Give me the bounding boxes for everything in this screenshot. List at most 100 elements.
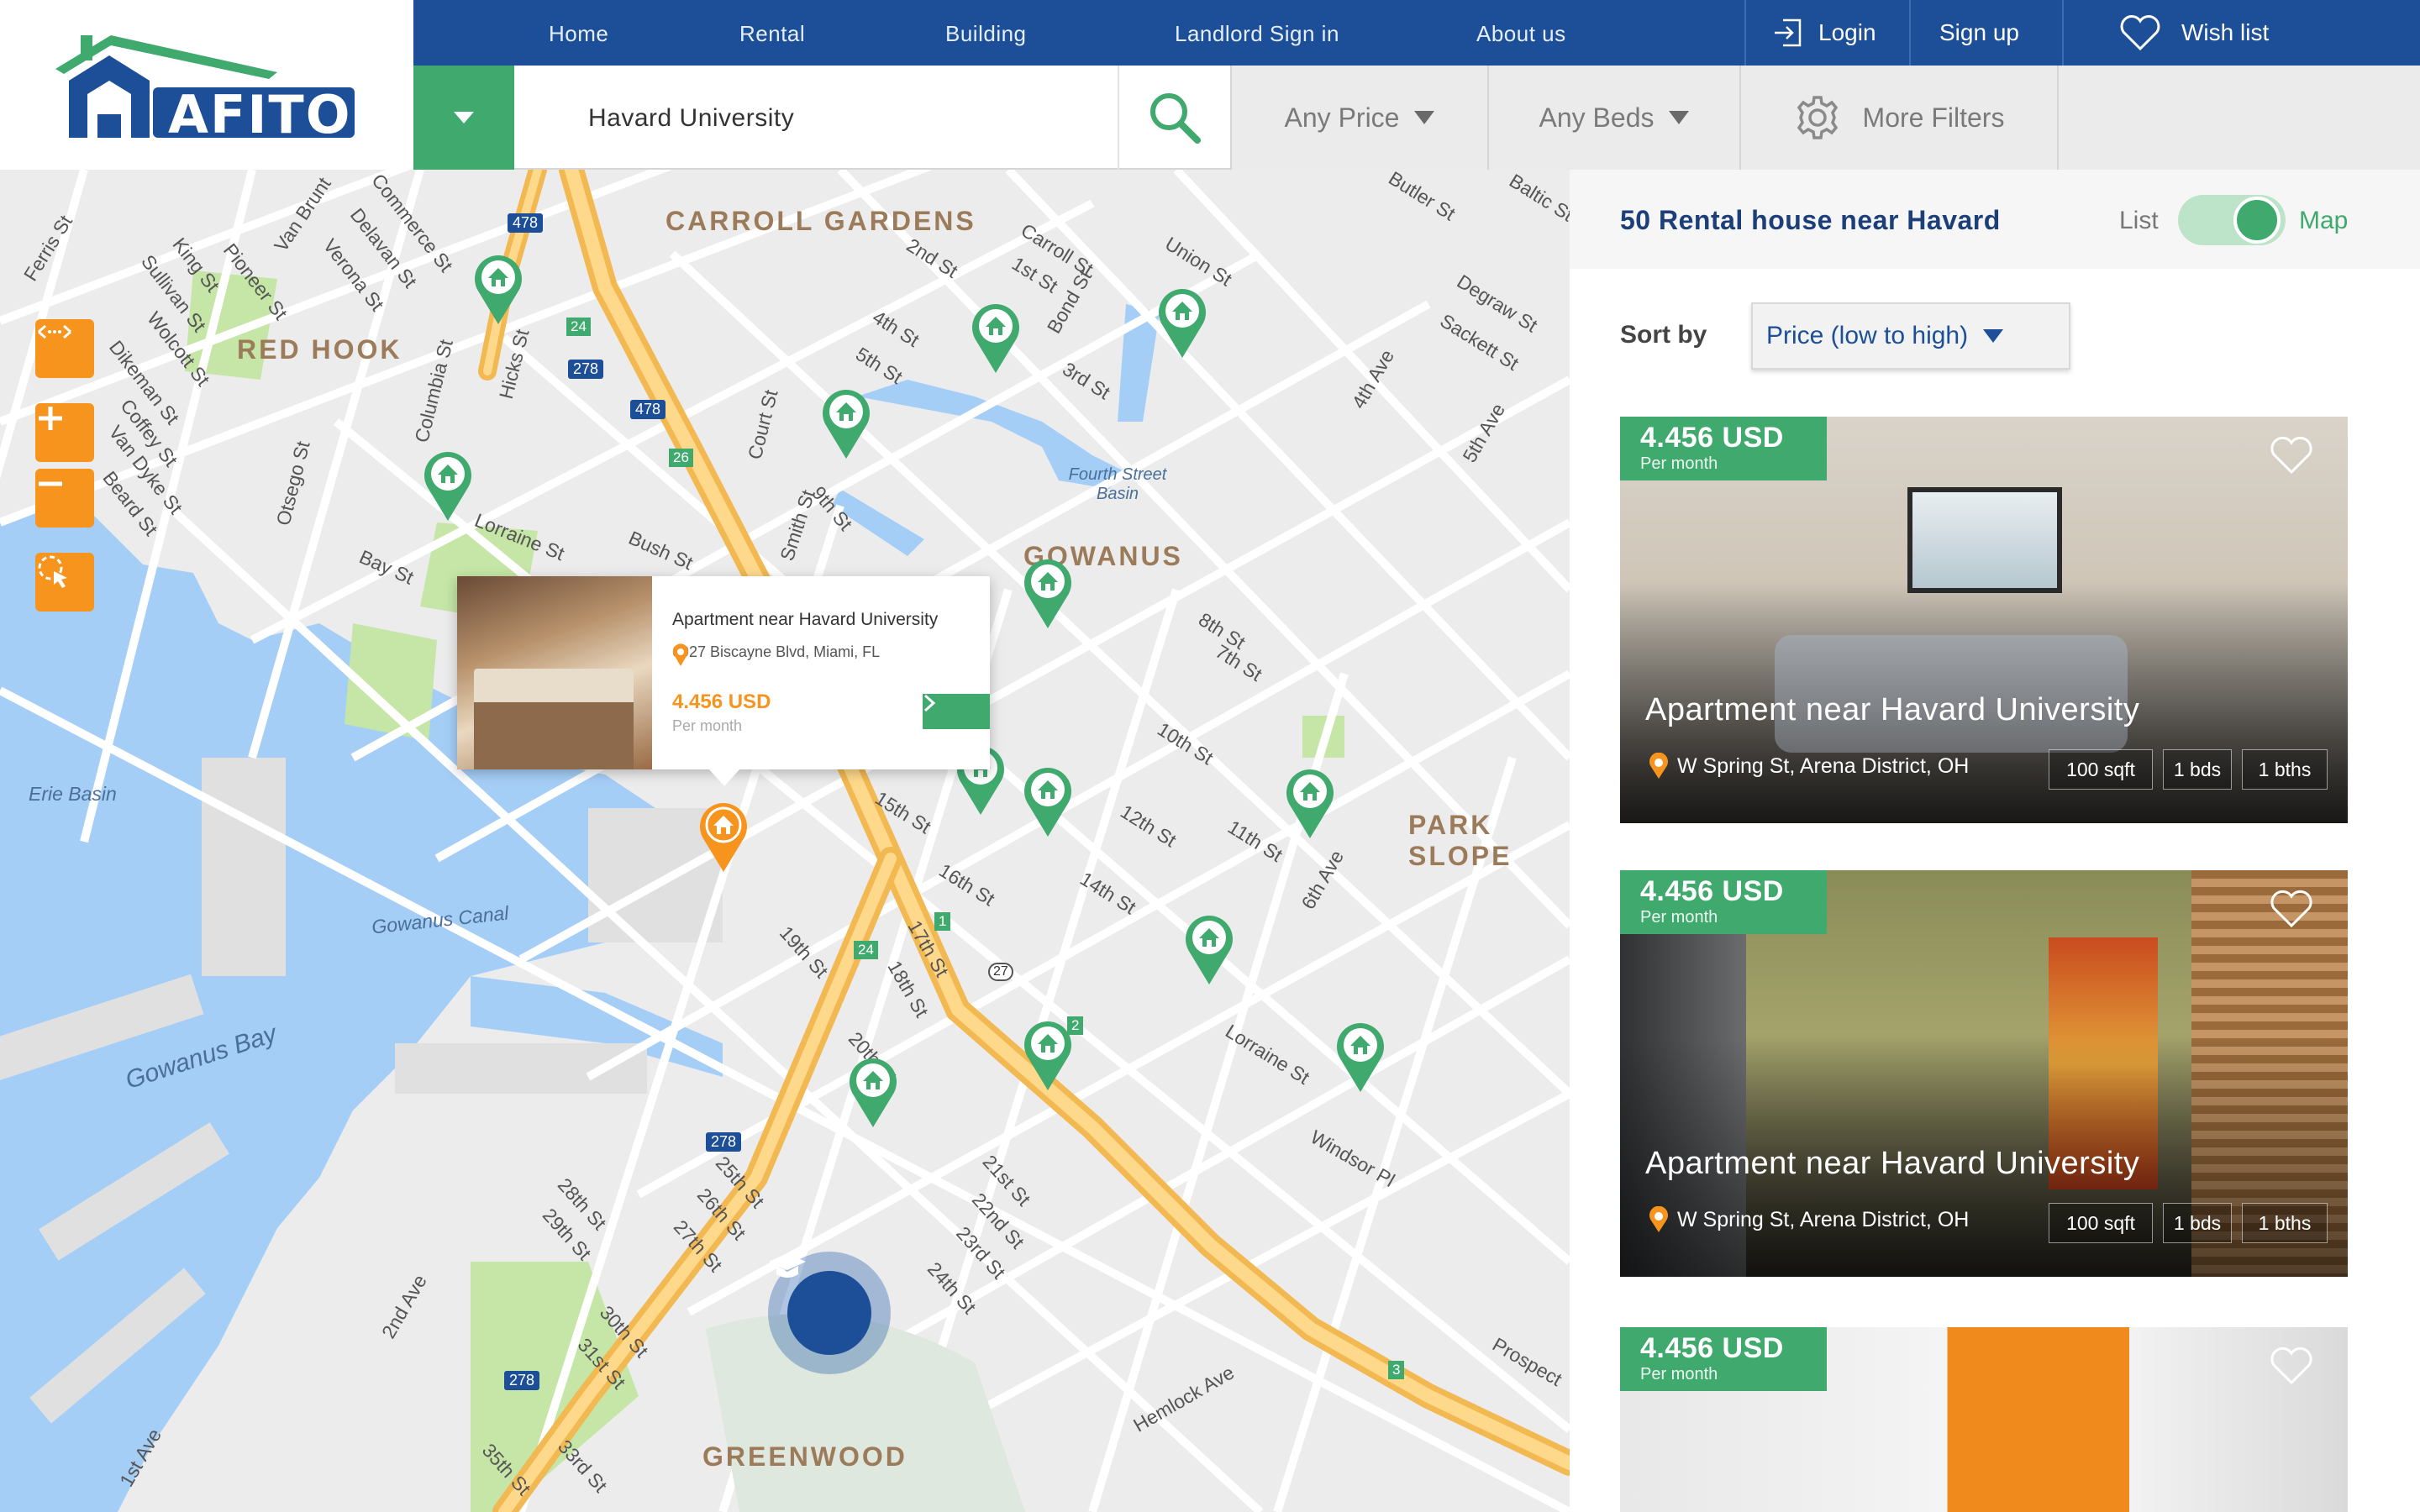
zoom-out-button[interactable] xyxy=(35,469,94,528)
sqft-badge: 100 sqft xyxy=(2049,749,2153,790)
popup-open-button[interactable] xyxy=(923,694,990,729)
listing-photo xyxy=(457,576,652,769)
wishlist-button[interactable]: Wish list xyxy=(2119,0,2269,66)
nav-about-us[interactable]: About us xyxy=(1476,0,1566,66)
logo-text: AFITO xyxy=(168,84,351,145)
house-pin-icon xyxy=(1024,1021,1071,1090)
popup-price: 4.456 USD xyxy=(672,690,771,713)
price-tag: 4.456 USD Per month xyxy=(1620,870,1827,934)
login-label: Login xyxy=(1818,19,1876,45)
listing-address-text: W Spring St, Arena District, OH xyxy=(1677,753,1970,778)
house-pin-icon xyxy=(1024,559,1071,628)
sort-value: Price (low to high) xyxy=(1766,322,1969,349)
house-pin-icon xyxy=(424,452,471,521)
listing-card[interactable]: 4.456 USD Per month Apartment near Havar… xyxy=(1620,870,2348,1277)
baths-badge: 1 bths xyxy=(2242,749,2328,790)
wishlist-label: Wish list xyxy=(2181,19,2270,45)
login-button[interactable]: Login xyxy=(1771,0,1876,66)
listing-pin[interactable] xyxy=(420,447,476,522)
listing-per-month: Per month xyxy=(1640,454,1718,473)
location-pin-icon xyxy=(1649,1206,1668,1232)
signup-label: Sign up xyxy=(1939,19,2019,45)
gear-icon xyxy=(1797,96,1838,139)
zoom-in-button[interactable] xyxy=(35,403,94,462)
listing-price: 4.456 USD xyxy=(1640,1332,1784,1364)
house-pin-icon xyxy=(475,255,522,324)
caret-down-icon xyxy=(1414,111,1435,124)
highway-shield: 1 xyxy=(934,912,951,931)
favorite-button[interactable] xyxy=(2269,889,2314,933)
listing-card[interactable]: 4.456 USD Per month xyxy=(1620,1327,2348,1512)
house-pin-icon xyxy=(972,304,1019,373)
highway-shield: 26 xyxy=(669,449,693,467)
popup-pointer xyxy=(709,769,739,786)
toggle-list-label[interactable]: List xyxy=(2119,207,2159,235)
map-view[interactable]: CARROLL GARDENS RED HOOK GOWANUS PARK SL… xyxy=(0,170,1570,1512)
search-dropdown-button[interactable] xyxy=(413,66,514,170)
listing-popup[interactable]: Apartment near Havard University 6927 Bi… xyxy=(457,576,990,786)
area-label: RED HOOK xyxy=(237,334,402,365)
search-button[interactable] xyxy=(1118,66,1230,170)
logo[interactable]: AFITO xyxy=(0,0,413,170)
listing-pin[interactable] xyxy=(1282,764,1338,840)
signup-button[interactable]: Sign up xyxy=(1939,0,2019,66)
beds-filter-label: Any Beds xyxy=(1539,102,1655,133)
listing-pin[interactable] xyxy=(1020,1016,1076,1092)
listing-pin[interactable] xyxy=(845,1053,901,1129)
graduation-cap-icon xyxy=(769,1253,806,1278)
selected-listing-pin[interactable] xyxy=(696,798,751,874)
popup-title: Apartment near Havard University xyxy=(672,610,939,629)
house-pin-icon xyxy=(1186,916,1233,984)
list-map-toggle[interactable] xyxy=(2178,195,2286,245)
listing-pin[interactable] xyxy=(471,250,526,326)
search-icon xyxy=(1150,93,1201,144)
beds-filter[interactable]: Any Beds xyxy=(1487,66,1739,170)
listing-panel: 50 Rental house near Havard List Map Sor… xyxy=(1570,170,2420,1512)
highway-shield: 478 xyxy=(630,400,666,419)
listing-pin[interactable] xyxy=(1020,554,1076,630)
listing-pin[interactable] xyxy=(1333,1018,1388,1094)
listing-pin[interactable] xyxy=(1155,284,1210,360)
listing-pin[interactable] xyxy=(1181,911,1237,986)
toggle-map-label[interactable]: Map xyxy=(2299,207,2348,235)
nav-rental[interactable]: Rental xyxy=(739,0,805,66)
nav-building[interactable]: Building xyxy=(945,0,1027,66)
favorite-button[interactable] xyxy=(2269,435,2314,480)
caret-down-icon xyxy=(1669,111,1690,124)
house-pin-icon xyxy=(1024,768,1071,837)
search-input[interactable]: Havard University xyxy=(588,66,794,170)
listing-price: 4.456 USD xyxy=(1640,875,1784,907)
sort-select[interactable]: Price (low to high) xyxy=(1751,302,2070,370)
more-filters-button[interactable]: More Filters xyxy=(1739,66,2057,170)
listing-card[interactable]: 4.456 USD Per month Apartment near Havar… xyxy=(1620,417,2348,823)
listing-pin[interactable] xyxy=(1020,763,1076,838)
popup-address: 6927 Biscayne Blvd, Miami, FL xyxy=(672,643,881,660)
baths-badge: 1 bths xyxy=(2242,1203,2328,1243)
favorite-button[interactable] xyxy=(2269,1346,2314,1390)
nav-landlord-sign-in[interactable]: Landlord Sign in xyxy=(1175,0,1339,66)
heart-icon xyxy=(2270,436,2312,475)
highway-shield: 24 xyxy=(854,941,878,959)
highway-shield: 24 xyxy=(566,318,591,336)
university-marker[interactable] xyxy=(768,1252,891,1374)
nav-home[interactable]: Home xyxy=(549,0,608,66)
nav-divider xyxy=(2062,0,2064,66)
listing-address: W Spring St, Arena District, OH xyxy=(1649,753,1969,780)
heart-icon xyxy=(2120,15,2160,51)
house-pin-icon xyxy=(850,1058,897,1127)
listing-pin[interactable] xyxy=(818,385,874,460)
listing-pin[interactable] xyxy=(968,299,1023,375)
chevron-right-icon xyxy=(923,694,936,712)
house-pin-icon xyxy=(1159,289,1206,358)
results-heading: 50 Rental house near Havard xyxy=(1620,205,2001,235)
price-filter-label: Any Price xyxy=(1284,102,1400,133)
price-filter[interactable]: Any Price xyxy=(1230,66,1487,170)
highway-shield: 27 xyxy=(988,963,1013,981)
listing-address: W Spring St, Arena District, OH xyxy=(1649,1206,1969,1233)
house-pin-icon xyxy=(1286,769,1334,838)
nav-divider xyxy=(1909,0,1911,66)
listing-per-month: Per month xyxy=(1640,1365,1718,1383)
area-label: GREENWOOD xyxy=(702,1441,908,1472)
expand-map-button[interactable] xyxy=(35,319,94,378)
select-area-button[interactable] xyxy=(35,553,94,612)
